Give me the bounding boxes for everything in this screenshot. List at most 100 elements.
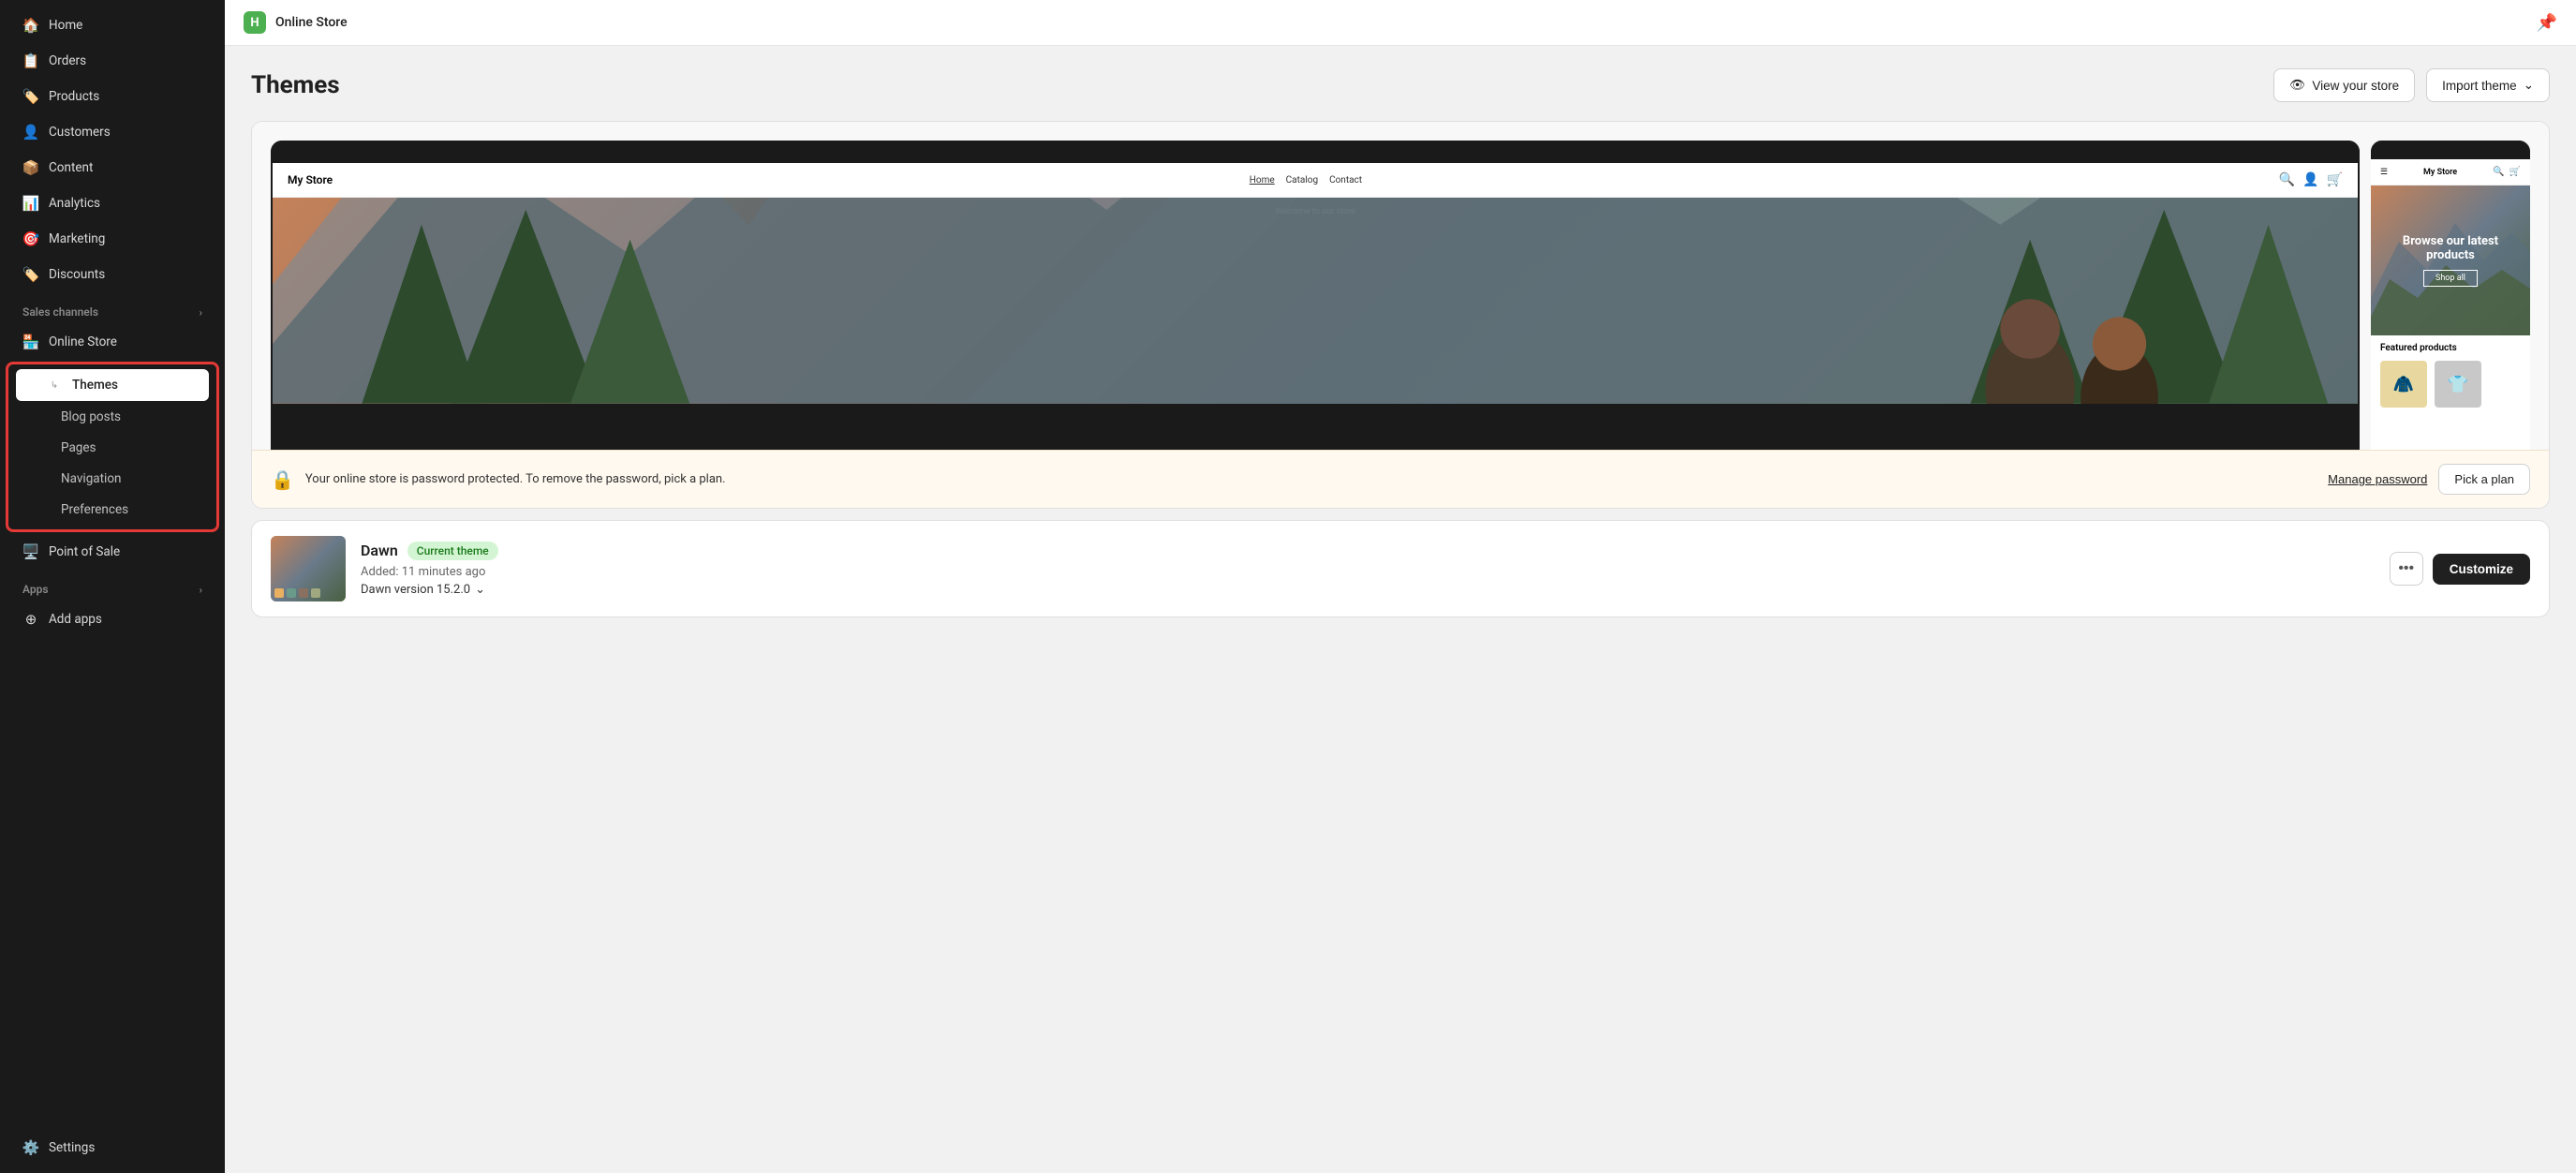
theme-list: Dawn Current theme Added: 11 minutes ago…: [251, 520, 2550, 617]
content-icon: 📦: [22, 159, 39, 176]
sidebar-item-blog-posts[interactable]: Blog posts: [16, 402, 209, 432]
sidebar-item-content[interactable]: 📦 Content: [7, 151, 217, 185]
sidebar-item-preferences[interactable]: Preferences: [16, 495, 209, 525]
content-area: Themes 👁 View your store Import theme ⌄: [225, 46, 2576, 1173]
pick-plan-button[interactable]: Pick a plan: [2438, 464, 2530, 495]
desktop-preview: My Store Home Catalog Contact 🔍 👤 🛒: [271, 141, 2360, 450]
theme-name-row: Dawn Current theme: [361, 542, 2375, 560]
store-brand-icon: H: [244, 11, 266, 34]
theme-name: Dawn: [361, 542, 398, 559]
theme-more-button[interactable]: •••: [2390, 552, 2423, 586]
mobile-hero-btn[interactable]: Shop all: [2423, 270, 2478, 287]
sidebar-item-add-apps[interactable]: ⊕ Add apps: [7, 602, 217, 636]
lock-icon: 🔒: [271, 468, 294, 491]
marketing-icon: 🎯: [22, 230, 39, 247]
nav-catalog-link[interactable]: Catalog: [1286, 175, 1318, 186]
sidebar-item-products[interactable]: 🏷️ Products: [7, 80, 217, 113]
topbar-title: Online Store: [275, 15, 348, 30]
product-item-1: 🧥: [2380, 361, 2427, 408]
manage-password-button[interactable]: Manage password: [2328, 472, 2427, 486]
sidebar-item-marketing[interactable]: 🎯 Marketing: [7, 222, 217, 256]
pos-icon: 🖥️: [22, 543, 39, 560]
sidebar-item-orders[interactable]: 📋 Orders: [7, 44, 217, 78]
products-icon: 🏷️: [22, 88, 39, 105]
featured-products-title: Featured products: [2380, 343, 2521, 353]
nav-contact-link[interactable]: Contact: [1329, 175, 1362, 186]
theme-preview-card: My Store Home Catalog Contact 🔍 👤 🛒: [251, 121, 2550, 509]
topbar-right: 📌: [2537, 13, 2557, 33]
store-nav-bar: My Store Home Catalog Contact 🔍 👤 🛒: [273, 163, 2358, 198]
analytics-icon: 📊: [22, 195, 39, 212]
sidebar-item-navigation[interactable]: Navigation: [16, 464, 209, 494]
add-apps-icon: ⊕: [22, 611, 39, 628]
mobile-header: ☰ My Store 🔍 🛒: [2371, 159, 2530, 186]
nav-home-link[interactable]: Home: [1250, 175, 1275, 186]
eye-icon: 👁: [2289, 78, 2305, 93]
theme-version[interactable]: Dawn version 15.2.0 ⌄: [361, 583, 2375, 597]
hero-landscape-svg: [273, 198, 2358, 404]
apps-header[interactable]: Apps ›: [0, 573, 225, 601]
apps-chevron: ›: [200, 584, 202, 596]
home-icon: 🏠: [22, 17, 39, 34]
banner-text: Your online store is password protected.…: [305, 472, 2317, 486]
store-hero: Welcome to our store: [273, 198, 2358, 404]
themes-indent-icon: ↳: [46, 377, 63, 393]
highlighted-nav-section: ↳ Themes Blog posts Pages Navigation Pre…: [6, 362, 219, 532]
theme-actions: ••• Customize: [2390, 552, 2530, 586]
mobile-products-list: 🧥 👕: [2380, 361, 2521, 408]
customize-button[interactable]: Customize: [2433, 554, 2530, 585]
sales-channels-header[interactable]: Sales channels ›: [0, 296, 225, 324]
mobile-screen: ☰ My Store 🔍 🛒 Bro: [2371, 159, 2530, 450]
import-theme-button[interactable]: Import theme ⌄: [2426, 68, 2550, 102]
theme-item-dawn: Dawn Current theme Added: 11 minutes ago…: [252, 521, 2549, 616]
theme-thumbnail-overlay: [274, 588, 342, 598]
mobile-top-bar: [2371, 141, 2530, 159]
sidebar-item-home[interactable]: 🏠 Home: [7, 8, 217, 42]
orders-icon: 📋: [22, 52, 39, 69]
mobile-hero-title: Browse our latest products: [2382, 234, 2519, 262]
main-area: H Online Store 📌 Themes 👁 View your stor…: [225, 0, 2576, 1173]
version-chevron: ⌄: [475, 583, 485, 597]
pin-icon[interactable]: 📌: [2537, 13, 2557, 33]
store-icons: 🔍 👤 🛒: [2279, 172, 2343, 187]
user-icon: 👤: [2302, 172, 2318, 187]
header-actions: 👁 View your store Import theme ⌄: [2273, 68, 2550, 102]
password-banner: 🔒 Your online store is password protecte…: [252, 450, 2549, 508]
desktop-top-bar: [271, 141, 2360, 163]
sidebar-item-discounts[interactable]: 🏷️ Discounts: [7, 258, 217, 291]
mobile-hero: Browse our latest products Shop all: [2371, 186, 2530, 335]
product-item-2: 👕: [2435, 361, 2481, 408]
banner-actions: Manage password Pick a plan: [2328, 464, 2530, 495]
topbar: H Online Store 📌: [225, 0, 2576, 46]
sidebar-item-settings[interactable]: ⚙️ Settings: [7, 1131, 217, 1165]
mobile-hamburger-icon: ☰: [2380, 168, 2388, 177]
page-header: Themes 👁 View your store Import theme ⌄: [251, 68, 2550, 102]
store-name-label: My Store: [288, 173, 333, 186]
sales-channels-chevron: ›: [200, 306, 202, 319]
thumb-dot-2: [287, 588, 296, 598]
sidebar-item-pages[interactable]: Pages: [16, 433, 209, 463]
sidebar-bottom: ⚙️ Settings: [0, 1122, 225, 1166]
sidebar-item-customers[interactable]: 👤 Customers: [7, 115, 217, 149]
sidebar-item-online-store[interactable]: 🏪 Online Store: [7, 325, 217, 359]
thumb-dot-1: [274, 588, 284, 598]
mobile-preview: ☰ My Store 🔍 🛒 Bro: [2371, 141, 2530, 450]
view-store-button[interactable]: 👁 View your store: [2273, 68, 2415, 102]
mobile-store-name: My Store: [2423, 168, 2457, 177]
sidebar-item-analytics[interactable]: 📊 Analytics: [7, 186, 217, 220]
store-nav: Home Catalog Contact: [1250, 175, 1362, 186]
sidebar-item-point-of-sale[interactable]: 🖥️ Point of Sale: [7, 535, 217, 569]
search-icon: 🔍: [2279, 172, 2295, 187]
mobile-featured-section: Featured products 🧥 👕: [2371, 335, 2530, 415]
online-store-icon: 🏪: [22, 334, 39, 350]
sidebar-item-themes[interactable]: ↳ Themes: [16, 369, 209, 401]
desktop-screen: My Store Home Catalog Contact 🔍 👤 🛒: [273, 163, 2358, 404]
customers-icon: 👤: [22, 124, 39, 141]
cart-icon: 🛒: [2327, 172, 2343, 187]
theme-info: Dawn Current theme Added: 11 minutes ago…: [361, 542, 2375, 597]
current-theme-badge: Current theme: [407, 542, 498, 560]
theme-thumbnail: [271, 536, 346, 601]
import-theme-chevron: ⌄: [2524, 78, 2534, 93]
mobile-cart-icon: 🛒: [2509, 167, 2521, 177]
sidebar: 🏠 Home 📋 Orders 🏷️ Products 👤 Customers …: [0, 0, 225, 1173]
